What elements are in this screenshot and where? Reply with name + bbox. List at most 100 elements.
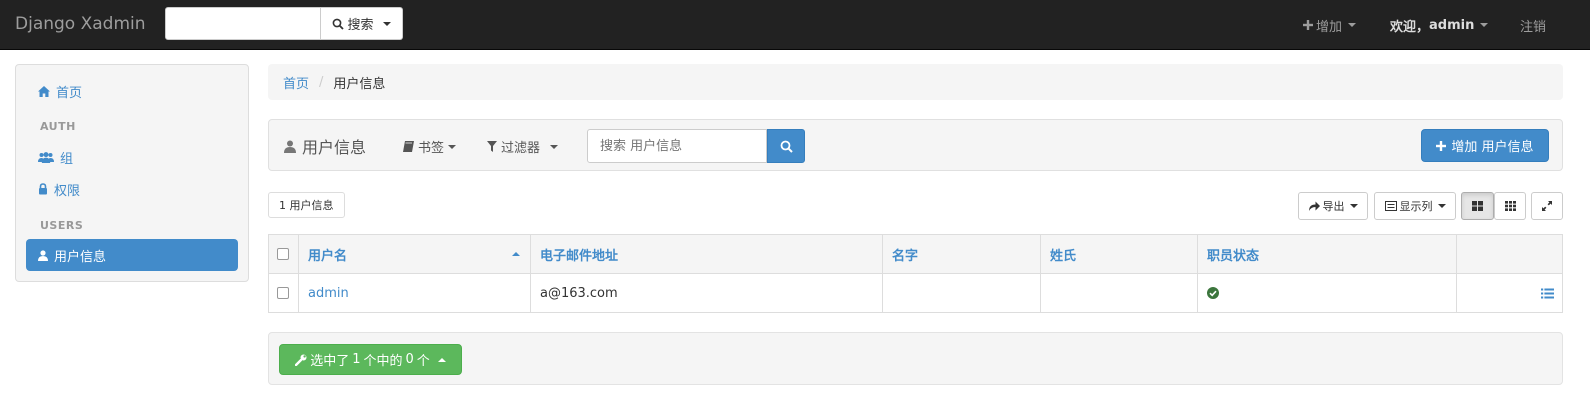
user-menu[interactable]: 欢迎， admin [1390,0,1489,50]
chevron-down-icon [1437,204,1446,208]
breadcrumb-separator: / [319,74,324,90]
welcome-text: 欢迎， [1390,19,1430,35]
result-count: 1 用户信息 [268,192,345,218]
sidebar-item-label: 首页 [56,85,83,101]
user-icon [38,249,48,261]
bulk-total: 1 [352,352,361,367]
fullscreen-button[interactable] [1531,192,1563,220]
chevron-down-icon [382,21,391,26]
page-title: 用户信息 [284,134,366,158]
chevron-down-icon [1480,23,1489,27]
filters-dropdown[interactable]: 过滤器 [487,137,559,156]
wrench-icon [295,354,307,366]
cell-is-staff [1198,274,1457,312]
bookmarks-dropdown[interactable]: 书签 [403,137,457,156]
search-icon [780,140,793,153]
chevron-down-icon [448,144,457,149]
list-detail-icon[interactable] [1541,288,1554,299]
th-icon [1504,201,1516,211]
bulk-prefix: 选中了 [310,354,350,369]
sidebar-section-auth: AUTH [40,120,76,133]
brand-logo[interactable]: Django Xadmin [15,14,146,34]
logout-link[interactable]: 注销 [1520,0,1546,50]
table-header-row: 用户名 电子邮件地址 名字 姓氏 职员状态 [269,235,1562,274]
chevron-down-icon [1349,204,1358,208]
plus-icon [1436,140,1447,151]
export-dropdown[interactable]: 导出 [1298,192,1368,220]
share-icon [1308,201,1320,211]
global-search-label: 搜索 [347,18,374,33]
username-link[interactable]: admin [308,286,349,301]
add-userinfo-button[interactable]: 增加 用户信息 [1421,129,1549,162]
column-header-first-name[interactable]: 名字 [883,235,1041,273]
sidebar-item-userinfo[interactable]: 用户信息 [26,239,238,271]
row-select-cell [269,274,299,312]
list-icon [1384,201,1397,211]
global-search: 搜索 [165,7,403,40]
cell-row-actions [1457,274,1562,312]
cell-last-name [1041,274,1198,312]
export-label: 导出 [1322,200,1345,213]
chevron-down-icon [550,144,559,149]
email-value: a@163.com [540,285,618,301]
sidebar-item-label: 组 [60,151,74,167]
column-header-is-staff[interactable]: 职员状态 [1198,235,1457,273]
chevron-up-icon [437,357,446,362]
select-all-checkbox[interactable] [277,248,289,260]
cell-email: a@163.com [531,274,883,312]
top-navbar: Django Xadmin 搜索 增加 欢迎， admin 注销 [0,0,1590,50]
logout-label: 注销 [1520,19,1547,35]
columns-dropdown[interactable]: 显示列 [1374,192,1456,220]
users-icon [38,151,54,163]
column-header-label: 姓氏 [1050,248,1077,264]
add-button-label: 增加 用户信息 [1451,140,1534,155]
column-header-last-name[interactable]: 姓氏 [1041,235,1198,273]
bulk-middle: 个中的 [363,354,403,369]
search-icon [333,18,345,30]
column-header-email[interactable]: 电子邮件地址 [531,235,883,273]
column-header-actions [1457,235,1562,273]
add-menu-label: 增加 [1316,19,1343,35]
bulk-actions-button[interactable]: 选中了 1 个中的 0 个 [279,344,462,375]
home-icon [38,85,50,97]
sidebar-item-permission[interactable]: 权限 [26,173,238,205]
column-header-username[interactable]: 用户名 [299,235,531,273]
expand-icon [1542,201,1552,211]
add-menu[interactable]: 增加 [1303,0,1357,50]
bulk-action-bar: 选中了 1 个中的 0 个 [268,332,1563,385]
column-header-label: 用户名 [308,248,348,264]
check-circle-icon [1207,287,1219,299]
list-toolbar: 用户信息 书签 过滤器 增加 用户信息 [268,119,1563,171]
user-icon [284,140,296,153]
sidebar-item-home[interactable]: 首页 [26,75,238,107]
bulk-suffix: 个 [416,354,430,369]
page-title-text: 用户信息 [302,138,367,157]
bookmarks-label: 书签 [418,141,445,156]
grid-large-view-button[interactable] [1461,192,1494,220]
sidebar-item-group[interactable]: 组 [26,141,238,173]
cell-username[interactable]: admin [299,274,531,312]
results-table: 用户名 电子邮件地址 名字 姓氏 职员状态 admin a@163.com [268,234,1563,313]
columns-label: 显示列 [1399,200,1433,213]
sidebar: 首页 AUTH 组 权限 USERS 用户信息 [15,64,249,282]
list-search [587,129,805,163]
bulk-selected: 0 [405,352,414,367]
sidebar-item-label: 权限 [54,183,81,199]
global-search-button[interactable]: 搜索 [321,7,403,40]
th-large-icon [1472,201,1483,211]
grid-small-view-button[interactable] [1494,192,1526,220]
plus-icon [1303,20,1313,30]
row-checkbox[interactable] [277,287,289,299]
book-icon [403,141,414,152]
sort-asc-icon [512,252,520,256]
lock-icon [39,183,47,195]
global-search-input[interactable] [165,7,321,40]
column-header-label: 职员状态 [1207,248,1260,264]
breadcrumb-home[interactable]: 首页 [283,73,309,92]
chevron-down-icon [1348,23,1357,27]
column-header-label: 名字 [892,248,919,264]
list-search-button[interactable] [767,129,805,163]
column-header-label: 电子邮件地址 [540,248,619,264]
sidebar-item-label: 用户信息 [54,249,107,265]
list-search-input[interactable] [587,129,767,163]
